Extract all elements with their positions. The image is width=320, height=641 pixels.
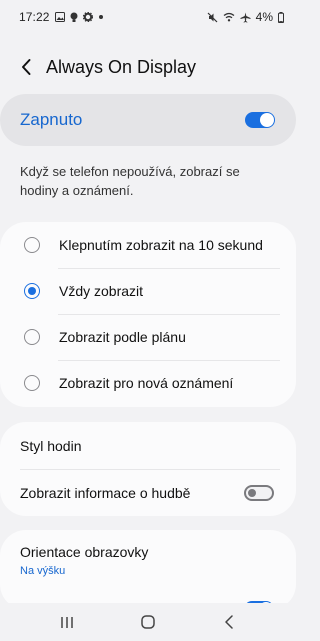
master-toggle-row[interactable]: Zapnuto	[0, 94, 296, 146]
gallery-icon	[54, 12, 65, 22]
music-info-row[interactable]: Zobrazit informace o hudbě	[0, 469, 296, 516]
wifi-icon	[223, 12, 235, 22]
radio-button[interactable]	[24, 237, 40, 253]
status-bar: 17:22 4%	[0, 0, 296, 34]
recent-apps-button[interactable]	[47, 607, 87, 637]
mute-icon	[207, 12, 218, 23]
nav-back-button[interactable]	[209, 607, 249, 637]
dot-icon	[98, 14, 104, 20]
option-label: Klepnutím zobrazit na 10 sekund	[59, 237, 263, 253]
header: Always On Display	[0, 44, 296, 90]
back-icon	[225, 615, 234, 629]
switch-knob	[248, 488, 256, 497]
switch-knob	[260, 113, 274, 127]
orientation-value: Na výšku	[20, 565, 66, 577]
music-info-switch[interactable]	[244, 484, 274, 501]
option-label: Zobrazit pro nová oznámení	[59, 375, 234, 391]
bulb-icon	[70, 12, 78, 23]
radio-button[interactable]	[24, 329, 40, 345]
settings-card: Styl hodin Zobrazit informace o hudbě	[0, 422, 296, 516]
back-button[interactable]	[4, 44, 48, 90]
orientation-row[interactable]: Orientace obrazovky Na výšku	[0, 530, 296, 584]
orientation-title: Orientace obrazovky	[20, 544, 149, 560]
master-toggle-switch[interactable]	[245, 112, 275, 128]
option-tap-to-show[interactable]: Klepnutím zobrazit na 10 sekund	[0, 222, 296, 268]
navigation-bar	[0, 603, 296, 641]
status-left: 17:22	[19, 10, 104, 24]
option-label: Vždy zobrazit	[59, 283, 144, 299]
music-info-label: Zobrazit informace o hudbě	[20, 484, 191, 501]
home-icon	[141, 615, 155, 629]
clock-style-row[interactable]: Styl hodin	[0, 422, 296, 469]
airplane-icon	[240, 12, 251, 23]
display-options-card: Klepnutím zobrazit na 10 sekund Vždy zob…	[0, 222, 296, 407]
home-button[interactable]	[128, 607, 168, 637]
page-title: Always On Display	[46, 56, 197, 77]
radio-button-selected[interactable]	[24, 283, 40, 299]
option-new-notifications[interactable]: Zobrazit pro nová oznámení	[0, 360, 296, 406]
gear-icon	[82, 12, 93, 22]
battery-percent: 4%	[255, 10, 273, 24]
option-always-show[interactable]: Vždy zobrazit	[0, 268, 296, 314]
option-label: Zobrazit podle plánu	[59, 329, 186, 345]
clock-style-label: Styl hodin	[20, 437, 82, 454]
option-scheduled[interactable]: Zobrazit podle plánu	[0, 314, 296, 360]
battery-icon	[278, 11, 284, 23]
status-time: 17:22	[19, 10, 50, 24]
radio-button[interactable]	[24, 375, 40, 391]
master-toggle-label: Zapnuto	[20, 110, 83, 129]
description-text: Když se telefon nepoužívá, zobrazí se ho…	[20, 164, 240, 198]
recent-apps-icon	[60, 616, 73, 628]
status-right: 4%	[207, 10, 284, 24]
back-arrow-icon	[22, 59, 31, 75]
